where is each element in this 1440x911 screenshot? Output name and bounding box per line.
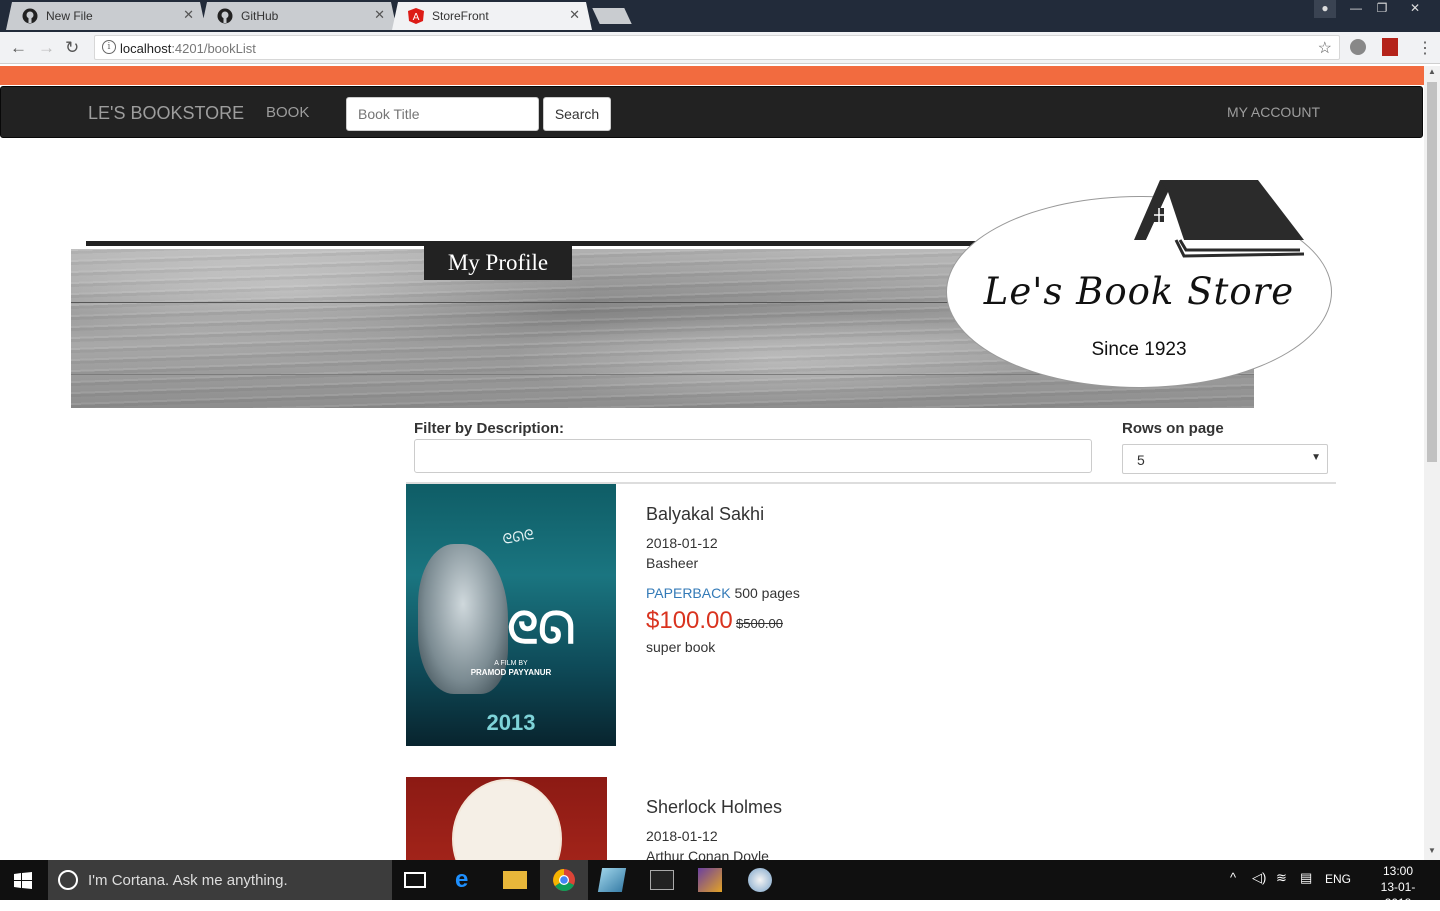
- info-icon[interactable]: i: [102, 40, 116, 54]
- book-format: PAPERBACK 500 pages: [646, 585, 800, 601]
- close-icon[interactable]: ✕: [569, 7, 580, 23]
- back-icon[interactable]: ←: [10, 38, 27, 58]
- tab-new-file[interactable]: New File ✕: [6, 2, 206, 30]
- volume-icon[interactable]: ◁): [1252, 870, 1266, 886]
- book-author: Arthur Conan Doyle: [646, 848, 769, 860]
- svg-text:A: A: [413, 12, 420, 23]
- terminal-icon[interactable]: [650, 870, 674, 890]
- book-cover-image[interactable]: ᘓᘏᘓ ᘓᘏ A FILM BY PRAMOD PAYYANUR 2013: [406, 484, 616, 746]
- book-title-link[interactable]: Sherlock Holmes: [646, 797, 782, 818]
- scrollbar-thumb[interactable]: [1427, 82, 1437, 462]
- cortana-search-box[interactable]: I'm Cortana. Ask me anything.: [48, 860, 392, 900]
- my-account-link[interactable]: MY ACCOUNT: [1227, 104, 1320, 120]
- book-old-price: $500.00: [736, 616, 783, 631]
- bookmark-star-icon[interactable]: ☆: [1318, 38, 1332, 58]
- book-date: 2018-01-12: [646, 828, 718, 844]
- book-price: $100.00: [646, 607, 733, 634]
- wifi-icon[interactable]: ≋: [1276, 870, 1287, 886]
- close-icon[interactable]: ✕: [183, 7, 194, 23]
- tab-title: StoreFront: [432, 9, 489, 23]
- notifications-icon[interactable]: ▤: [1300, 870, 1312, 886]
- new-tab-button[interactable]: [592, 8, 632, 24]
- tab-title: New File: [46, 9, 93, 23]
- clock-time: 13:00: [1382, 864, 1414, 878]
- game-icon[interactable]: [698, 868, 722, 892]
- clock-date: 13-01-2018: [1380, 880, 1416, 910]
- github-icon: [217, 8, 233, 24]
- edge-icon[interactable]: e: [455, 868, 479, 892]
- windows-start-icon[interactable]: [14, 872, 32, 889]
- house-books-icon: [1134, 180, 1305, 258]
- filter-description-input[interactable]: [414, 439, 1092, 473]
- profile-icon[interactable]: ●: [1314, 0, 1336, 18]
- cortana-placeholder: I'm Cortana. Ask me anything.: [88, 872, 288, 889]
- nav-book-link[interactable]: BOOK: [266, 104, 309, 121]
- cortana-icon: [58, 870, 78, 890]
- address-bar[interactable]: i localhost:4201/bookList ☆: [94, 35, 1340, 60]
- book-title-search-input[interactable]: [346, 97, 539, 131]
- book-author: Basheer: [646, 555, 699, 571]
- chevron-down-icon: ▼: [1311, 452, 1321, 463]
- rows-value: 5: [1137, 452, 1145, 468]
- github-icon: [22, 8, 38, 24]
- filter-label: Filter by Description:: [414, 420, 565, 437]
- tab-title: GitHub: [241, 9, 279, 23]
- close-icon[interactable]: ✕: [374, 7, 385, 23]
- language-indicator[interactable]: ENG: [1325, 872, 1351, 886]
- tab-github[interactable]: GitHub ✕: [201, 2, 397, 30]
- window-close-icon[interactable]: ✕: [1400, 0, 1430, 18]
- clock[interactable]: 13:00 13-01-2018: [1368, 863, 1428, 911]
- task-view-icon[interactable]: [404, 872, 426, 888]
- notepad-icon[interactable]: [597, 868, 627, 892]
- top-accent-strip: [0, 66, 1424, 85]
- browser-tab-strip: New File ✕ GitHub ✕ A StoreFront ✕ ● — ❐…: [0, 0, 1440, 32]
- menu-icon[interactable]: ⋮: [1417, 38, 1433, 58]
- page-viewport: LE'S BOOKSTORE BOOK Search MY ACCOUNT My…: [0, 66, 1424, 860]
- chevron-up-icon[interactable]: ^: [1230, 870, 1236, 885]
- logo-title: Le's Book Store: [983, 270, 1295, 313]
- my-profile-tab[interactable]: My Profile: [424, 246, 572, 280]
- rows-label: Rows on page: [1122, 420, 1224, 437]
- book-date: 2018-01-12: [646, 535, 718, 551]
- book-cover-image[interactable]: [406, 777, 607, 860]
- brand-link[interactable]: LE'S BOOKSTORE: [88, 103, 244, 124]
- tab-storefront[interactable]: A StoreFront ✕: [392, 2, 592, 30]
- forward-icon[interactable]: →: [38, 38, 55, 58]
- angular-icon: A: [408, 8, 424, 24]
- pdf-extension-icon[interactable]: [1382, 38, 1398, 56]
- file-explorer-icon[interactable]: [503, 871, 527, 889]
- scroll-up-icon[interactable]: ▲: [1428, 67, 1436, 76]
- reload-icon[interactable]: ↻: [65, 38, 79, 58]
- navbar: LE'S BOOKSTORE BOOK Search MY ACCOUNT: [0, 86, 1423, 138]
- restore-icon[interactable]: ❐: [1370, 0, 1394, 18]
- logo-subtitle: Since 1923: [1091, 339, 1187, 360]
- minimize-icon[interactable]: —: [1344, 0, 1368, 18]
- scroll-down-icon[interactable]: ▼: [1428, 846, 1436, 855]
- url-text: localhost:4201/bookList: [120, 41, 256, 56]
- search-button[interactable]: Search: [543, 97, 611, 131]
- chrome-icon[interactable]: [552, 868, 576, 892]
- extension-icon[interactable]: [1350, 39, 1366, 55]
- rows-per-page-select[interactable]: 5 ▼: [1122, 444, 1328, 474]
- book-description: super book: [646, 639, 716, 655]
- book-title-link[interactable]: Balyakal Sakhi: [646, 504, 764, 525]
- paint-icon[interactable]: [748, 868, 772, 892]
